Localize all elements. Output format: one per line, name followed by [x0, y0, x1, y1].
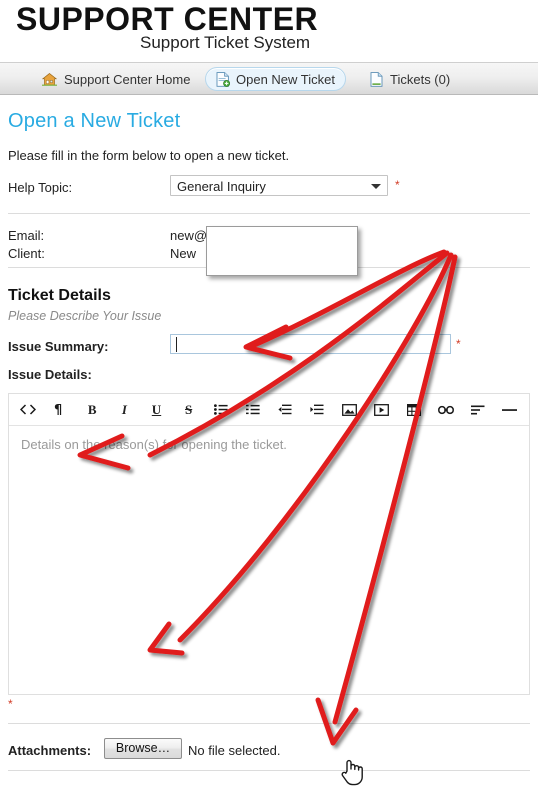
- issue-summary-required-marker: *: [456, 337, 461, 351]
- mouse-cursor-pointer: [341, 759, 363, 786]
- help-topic-select[interactable]: General Inquiry: [170, 175, 388, 196]
- client-label: Client:: [8, 246, 45, 261]
- chevron-down-icon: [371, 184, 381, 189]
- new-ticket-icon: [216, 71, 231, 87]
- issue-details-editor: ¶ B I U S Details on the reason(s) for o…: [8, 393, 530, 695]
- svg-text:¶: ¶: [54, 403, 62, 416]
- main-navbar: Support Center Home Open New Ticket Tick…: [0, 62, 538, 95]
- code-icon[interactable]: [17, 399, 39, 421]
- page-intro: Please fill in the form below to open a …: [8, 148, 290, 163]
- client-value: New: [170, 246, 197, 261]
- text-caret: [176, 337, 177, 352]
- indent-icon[interactable]: [306, 399, 328, 421]
- brand-title: SUPPORT CENTER: [16, 1, 319, 37]
- tickets-icon: [370, 71, 383, 87]
- issue-details-editor-body[interactable]: Details on the reason(s) for opening the…: [9, 427, 529, 695]
- browse-button[interactable]: Browse…: [104, 738, 182, 759]
- nav-item-open-new-ticket[interactable]: Open New Ticket: [205, 67, 346, 91]
- help-topic-value: General Inquiry: [177, 179, 266, 194]
- support-center-page: SUPPORT CENTER Support Ticket System Sup…: [0, 0, 538, 791]
- divider: [8, 213, 530, 214]
- email-value: new@: [170, 228, 208, 243]
- attachments-label: Attachments:: [8, 743, 92, 758]
- paragraph-icon[interactable]: ¶: [49, 399, 71, 421]
- divider: [8, 723, 530, 724]
- nav-item-support-center-home[interactable]: Support Center Home: [32, 67, 200, 91]
- issue-details-required-marker: *: [8, 697, 13, 711]
- nav-item-label: Tickets (0): [390, 71, 451, 87]
- home-icon: [41, 72, 58, 86]
- page-title: Open a New Ticket: [8, 110, 181, 132]
- editor-toolbar: ¶ B I U S: [9, 394, 529, 426]
- strikethrough-icon[interactable]: S: [178, 399, 200, 421]
- nav-item-label: Support Center Home: [64, 71, 191, 87]
- tooltip-popover: [206, 226, 358, 276]
- divider: [8, 770, 530, 771]
- issue-summary-label: Issue Summary:: [8, 339, 109, 354]
- bold-icon[interactable]: B: [81, 399, 103, 421]
- bullet-list-icon[interactable]: [210, 399, 232, 421]
- horizontal-rule-icon[interactable]: [499, 399, 521, 421]
- email-label: Email:: [8, 228, 45, 243]
- brand-subtitle: Support Ticket System: [140, 33, 311, 52]
- align-icon[interactable]: [467, 399, 489, 421]
- issue-details-placeholder: Details on the reason(s) for opening the…: [21, 437, 287, 452]
- nav-item-tickets[interactable]: Tickets (0): [360, 67, 460, 91]
- numbered-list-icon[interactable]: [242, 399, 264, 421]
- video-icon[interactable]: [370, 399, 392, 421]
- issue-details-label: Issue Details:: [8, 367, 92, 382]
- nav-item-label: Open New Ticket: [236, 71, 335, 87]
- italic-icon[interactable]: I: [113, 399, 135, 421]
- site-header: SUPPORT CENTER Support Ticket System: [0, 0, 538, 58]
- attachment-status-text: No file selected.: [188, 743, 281, 758]
- help-topic-required-marker: *: [395, 178, 400, 192]
- underline-icon[interactable]: U: [146, 399, 168, 421]
- image-icon[interactable]: [338, 399, 360, 421]
- help-topic-label: Help Topic:: [8, 180, 73, 195]
- outdent-icon[interactable]: [274, 399, 296, 421]
- ticket-details-heading: Ticket Details: [8, 287, 111, 304]
- issue-summary-input[interactable]: [170, 334, 451, 354]
- ticket-details-subheading: Please Describe Your Issue: [8, 309, 162, 323]
- table-icon[interactable]: [403, 399, 425, 421]
- link-icon[interactable]: [435, 399, 457, 421]
